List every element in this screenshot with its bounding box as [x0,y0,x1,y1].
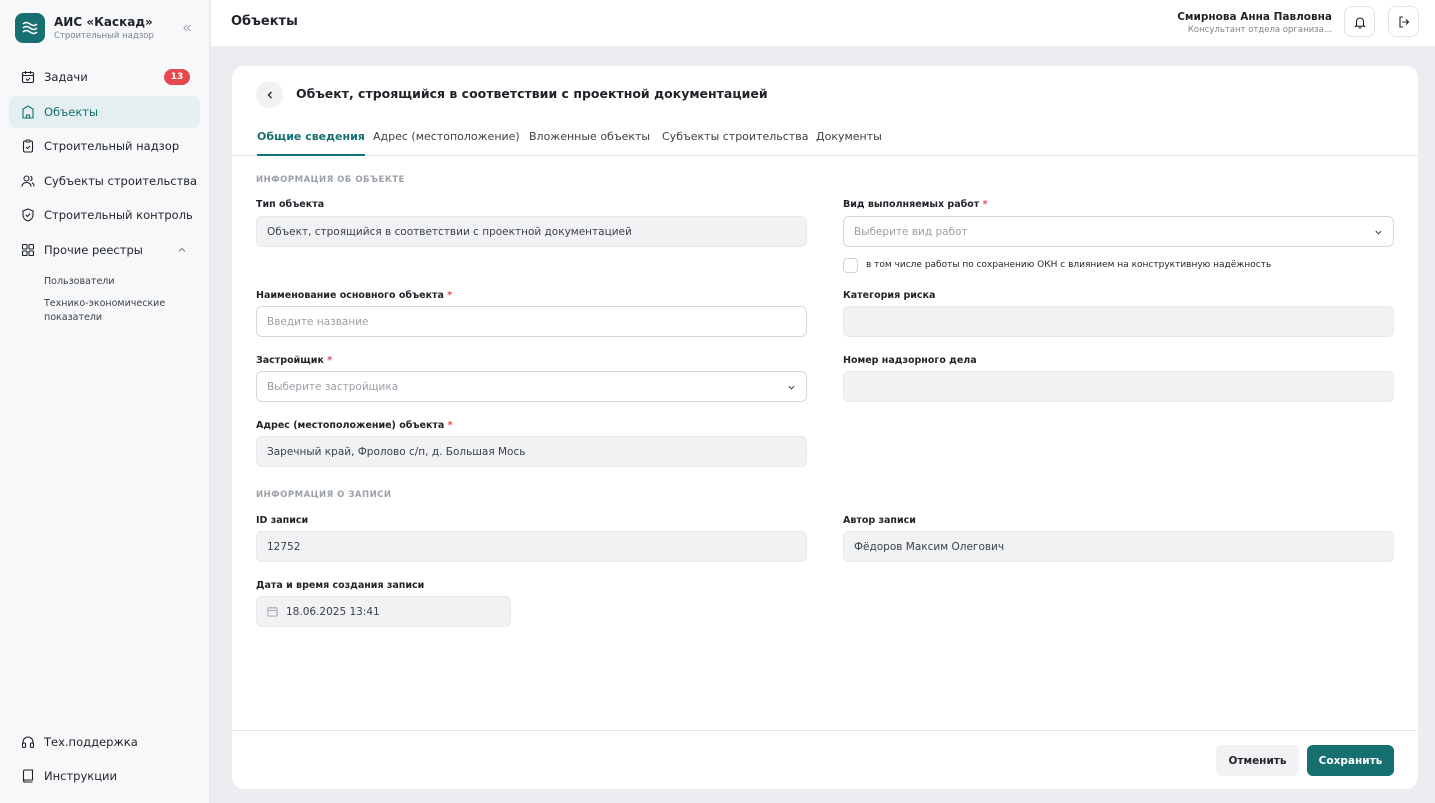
sidebar-item-construction-control[interactable]: Строительный контроль [9,199,200,231]
card-title: Объект, строящийся в соответствии с прое… [296,86,768,101]
sidebar-item-label: Строительный контроль [44,208,193,222]
object-type-field: Объект, строящийся в соответствии с прое… [256,216,807,247]
back-button[interactable] [256,81,283,108]
top-bar: Объекты Смирнова Анна Павловна Консульта… [211,0,1435,46]
developer-placeholder: Выберите застройщика [267,380,399,393]
bell-icon [1353,15,1367,29]
object-type-label: Тип объекта [256,199,325,210]
sidebar-item-other-registries[interactable]: Прочие реестры [9,234,200,266]
developer-select[interactable]: Выберите застройщика [256,371,807,402]
tab-construction-subjects[interactable]: Субъекты строительства [662,130,808,156]
user-info[interactable]: Смирнова Анна Павловна Консультант отдел… [1177,10,1332,37]
footer-divider [232,730,1418,731]
risk-category-field [843,306,1394,337]
tasks-count-badge: 13 [164,69,190,85]
user-name: Смирнова Анна Павловна [1177,11,1332,23]
logout-icon [1397,15,1411,29]
sidebar-item-label: Инструкции [44,769,117,783]
waves-logo-icon [15,13,45,43]
logout-button[interactable] [1388,6,1419,37]
save-button[interactable]: Сохранить [1307,745,1394,776]
brand-title: АИС «Каскад» [54,14,153,29]
book-icon [20,769,35,784]
record-author-label: Автор записи [843,515,916,526]
created-at-value: 18.06.2025 13:41 [286,605,380,618]
sidebar-item-construction-supervision[interactable]: Строительный надзор [9,130,200,162]
calendar-icon [267,606,278,617]
work-type-placeholder: Выберите вид работ [854,225,968,238]
object-card: Объект, строящийся в соответствии с прое… [232,66,1418,789]
work-type-select[interactable]: Выберите вид работ [843,216,1394,247]
collapse-sidebar-icon[interactable] [180,21,194,35]
object-address-label: Адрес (местоположение) объекта * [256,420,453,431]
object-address-field: Заречный край, Фролово с/п, д. Большая М… [256,436,807,467]
chevron-down-icon [787,383,796,395]
tab-nested-objects[interactable]: Вложенные объекты [529,130,650,156]
work-type-label: Вид выполняемых работ * [843,199,988,210]
building-icon [20,105,35,120]
notifications-button[interactable] [1344,6,1375,37]
sidebar-subitem-users[interactable]: Пользователи [44,275,184,289]
okn-works-checkbox-label: в том числе работы по сохранению ОКН с в… [866,260,1272,270]
main-object-name-input[interactable]: Введите название [256,306,807,337]
clipboard-check-icon [20,139,35,154]
created-at-field: 18.06.2025 13:41 [256,596,511,627]
shield-check-icon [20,208,35,223]
headphones-icon [20,735,35,750]
main-object-name-label: Наименование основного объекта * [256,290,453,301]
developer-label: Застройщик * [256,355,333,366]
sidebar-item-construction-subjects[interactable]: Субъекты строительства [9,165,200,197]
user-role: Консультант отдела организа... [1187,25,1332,35]
chevron-down-icon [1374,228,1383,240]
sidebar-item-label: Строительный надзор [44,139,180,153]
sidebar-item-label: Объекты [44,105,99,119]
cancel-button[interactable]: Отменить [1216,745,1299,776]
tab-documents[interactable]: Документы [816,130,882,156]
created-at-label: Дата и время создания записи [256,580,425,591]
tab-general-info[interactable]: Общие сведения [257,130,365,156]
page-title: Объекты [231,14,298,29]
supervision-case-number-label: Номер надзорного дела [843,355,977,366]
brand[interactable]: АИС «Каскад» Строительный надзор [15,13,154,43]
sidebar-item-label: Тех.поддержка [44,735,138,749]
chevron-left-icon [265,90,275,100]
chevron-up-icon [177,244,187,258]
sidebar-item-objects[interactable]: Объекты [9,96,200,128]
section-title-record-info: ИНФОРМАЦИЯ О ЗАПИСИ [256,490,392,500]
sidebar-item-label: Субъекты строительства [44,174,198,188]
tabs: Общие сведения Адрес (местоположение) Вл… [232,124,1418,156]
sidebar-item-label: Прочие реестры [44,243,143,257]
record-id-field: 12752 [256,531,807,562]
tab-address[interactable]: Адрес (местоположение) [373,130,520,156]
supervision-case-number-field [843,371,1394,402]
sidebar-subitem-tech-econ-indicators[interactable]: Технико-экономические показатели [44,297,184,325]
sidebar-item-label: Задачи [44,70,88,84]
sidebar-item-instructions[interactable]: Инструкции [9,760,200,792]
users-icon [20,174,35,189]
sidebar-item-support[interactable]: Тех.поддержка [9,726,200,758]
record-author-field: Фёдоров Максим Олегович [843,531,1394,562]
calendar-check-icon [20,70,35,85]
brand-subtitle: Строительный надзор [54,30,154,41]
sidebar: АИС «Каскад» Строительный надзор Задачи … [0,0,210,803]
risk-category-label: Категория риска [843,290,936,301]
sidebar-item-tasks[interactable]: Задачи 13 [9,61,200,93]
record-id-label: ID записи [256,515,309,526]
okn-works-checkbox[interactable] [843,258,858,273]
section-title-object-info: ИНФОРМАЦИЯ ОБ ОБЪЕКТЕ [256,175,405,185]
grid-icon [20,243,35,258]
